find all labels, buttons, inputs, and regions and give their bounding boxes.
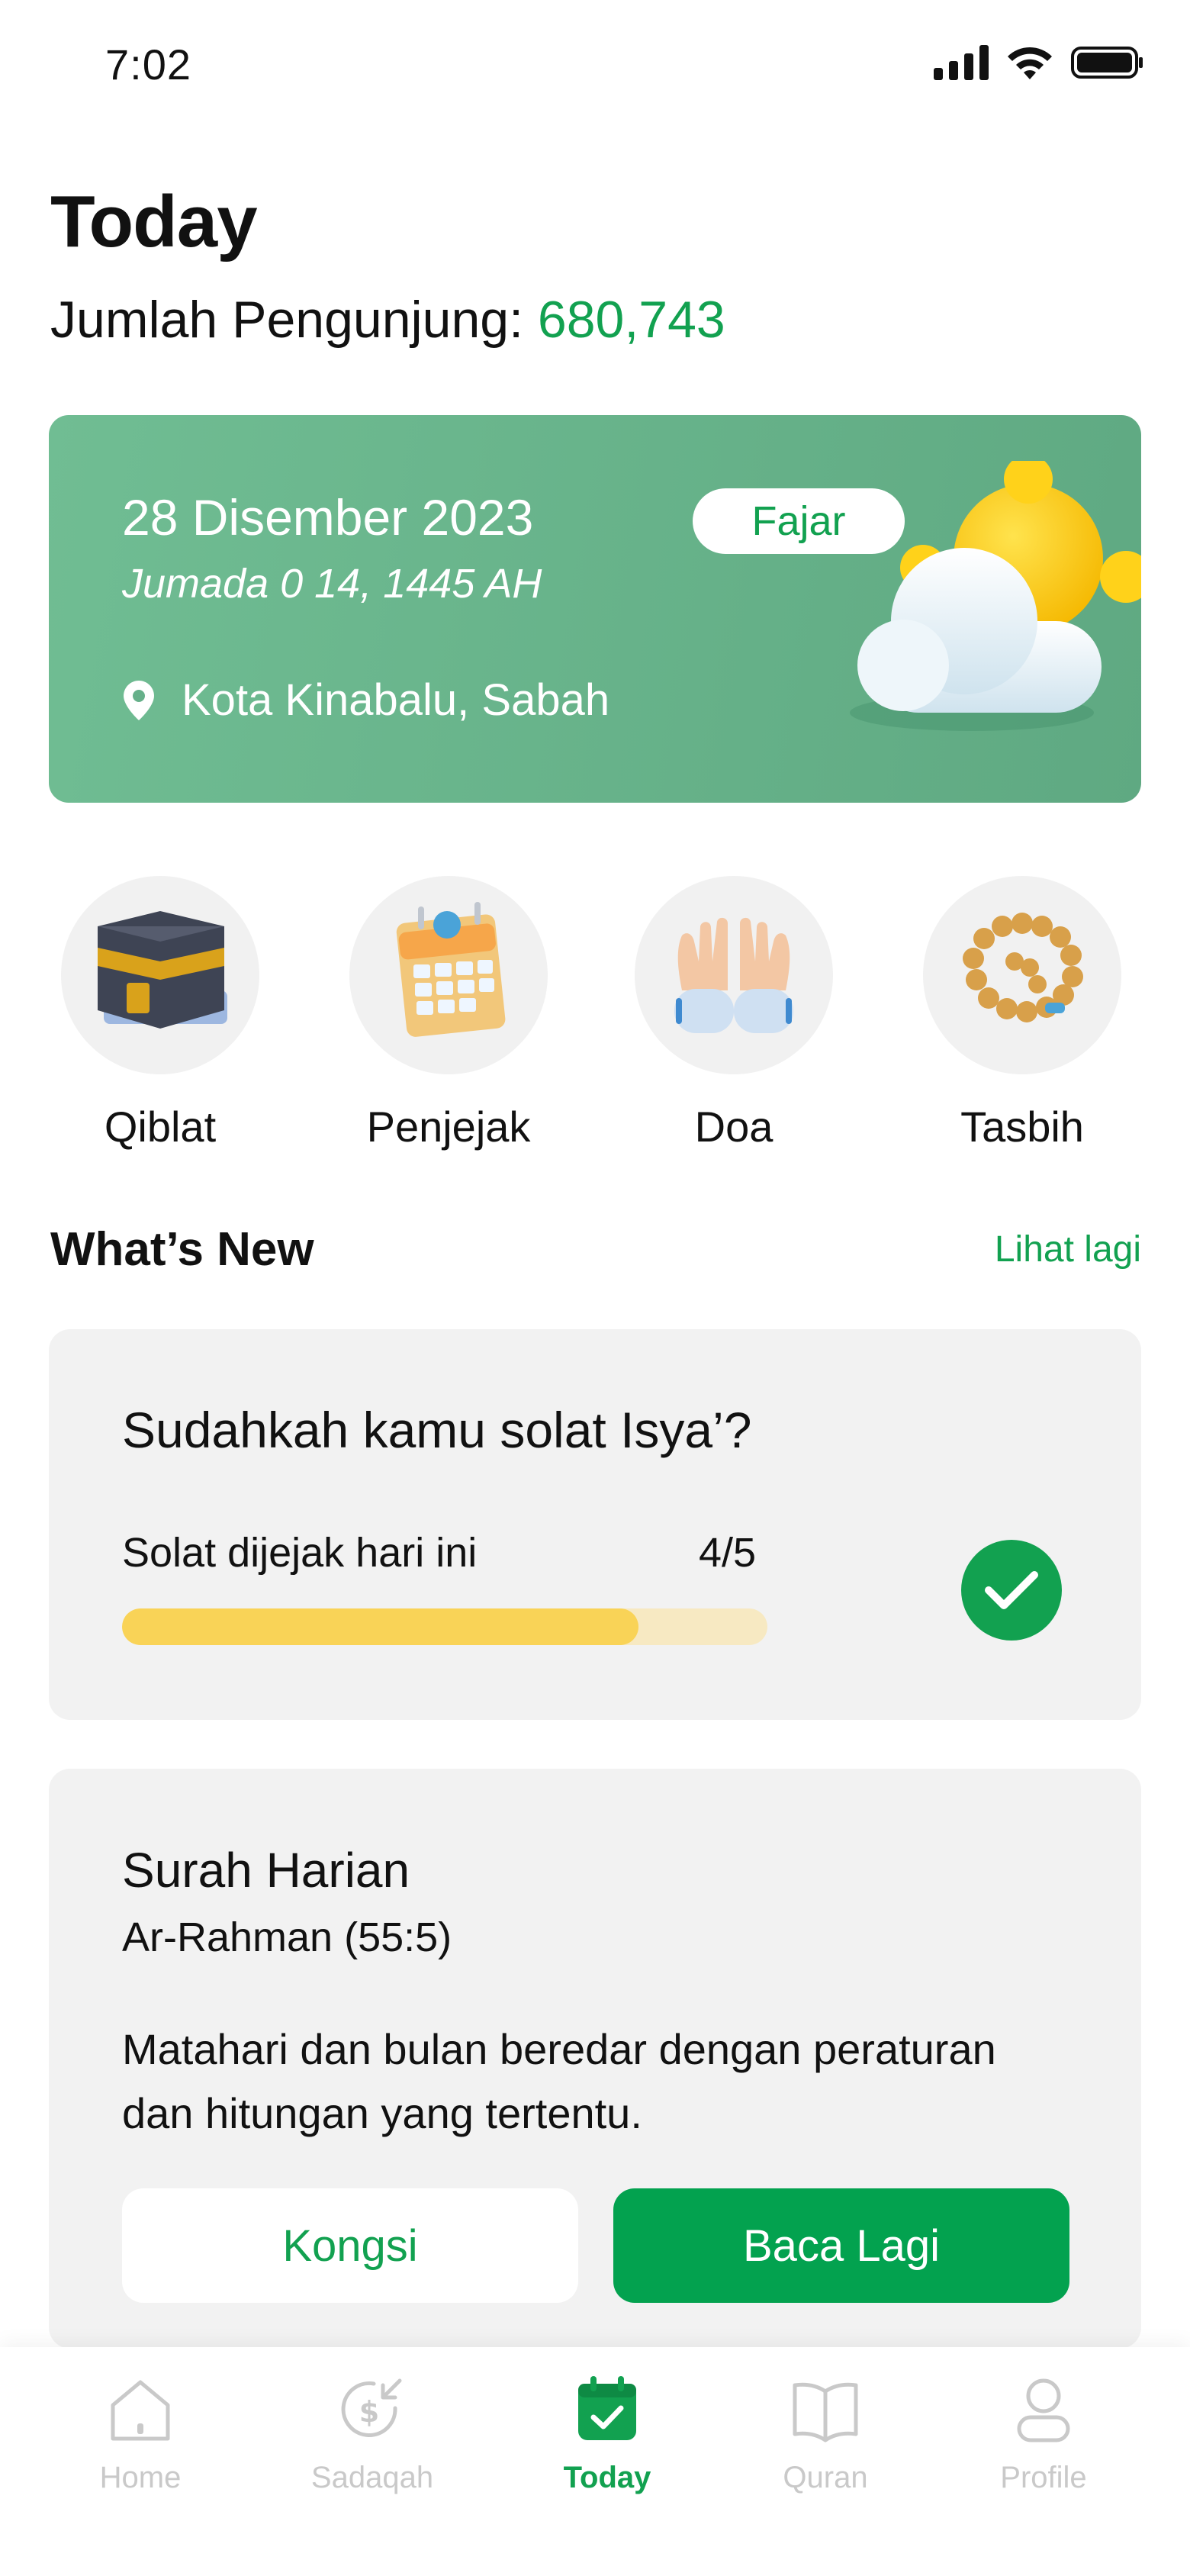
prayer-beads-icon	[923, 876, 1121, 1074]
tab-label: Profile	[1000, 2461, 1087, 2494]
solat-progress-fill	[122, 1608, 638, 1645]
hijri-date: Jumada 0 14, 1445 AH	[122, 561, 542, 607]
surah-card-title: Surah Harian	[122, 1843, 410, 1898]
location-label: Kota Kinabalu, Sabah	[182, 675, 610, 725]
read-again-button[interactable]: Baca Lagi	[613, 2188, 1069, 2303]
home-icon	[111, 2380, 170, 2441]
user-icon	[1017, 2378, 1070, 2442]
book-icon	[793, 2382, 858, 2442]
solat-count: 4/5	[699, 1530, 757, 1576]
shortcut-label: Doa	[694, 1103, 774, 1151]
page-title: Today	[50, 181, 258, 262]
wifi-icon	[1008, 47, 1052, 79]
tab-home[interactable]: Home	[64, 2373, 217, 2495]
praying-hands-icon	[635, 876, 833, 1074]
status-bar: 7:02	[0, 0, 1190, 122]
status-icons	[934, 44, 1144, 81]
tab-label: Sadaqah	[310, 2461, 434, 2494]
solat-progress-bar	[122, 1608, 767, 1645]
location-pin-icon	[124, 680, 154, 720]
bottom-tab-bar: Home $ Sadaqah Today Quran Profile	[0, 2347, 1190, 2576]
tab-quran[interactable]: Quran	[749, 2373, 902, 2495]
sun-cloud-icon	[850, 461, 1141, 731]
tab-label: Quran	[783, 2461, 868, 2494]
tab-profile[interactable]: Profile	[967, 2373, 1120, 2495]
whats-new-title: What’s New	[50, 1223, 314, 1276]
kaaba-icon	[61, 876, 259, 1074]
tab-today[interactable]: Today	[531, 2373, 683, 2495]
shortcut-label: Tasbih	[960, 1103, 1084, 1151]
visitor-count: 680,743	[537, 291, 725, 349]
gregorian-date: 28 Disember 2023	[122, 489, 534, 546]
shortcut-label: Penjejak	[366, 1103, 531, 1151]
share-button[interactable]: Kongsi	[122, 2188, 578, 2303]
solat-question: Sudahkah kamu solat Isya’?	[122, 1402, 752, 1458]
shortcut-penjejak[interactable]: Penjejak	[334, 876, 563, 1151]
calendar-check-icon	[578, 2376, 636, 2440]
surah-reference: Ar-Rahman (55:5)	[122, 1914, 452, 1960]
signal-icon	[934, 45, 989, 80]
shortcut-doa[interactable]: Doa	[619, 876, 848, 1151]
svg-text:$: $	[359, 2395, 379, 2429]
check-button[interactable]	[961, 1540, 1062, 1641]
shortcut-qiblat[interactable]: Qiblat	[46, 876, 275, 1151]
solat-tracked-label: Solat dijejak hari ini	[122, 1530, 478, 1576]
visitor-line: Jumlah Pengunjung: 680,743	[50, 290, 725, 349]
calendar-icon	[349, 876, 548, 1074]
shortcut-tasbih[interactable]: Tasbih	[908, 876, 1137, 1151]
status-time: 7:02	[105, 40, 191, 89]
battery-icon	[1071, 47, 1143, 79]
tab-label: Home	[99, 2461, 182, 2494]
visitor-label: Jumlah Pengunjung:	[50, 291, 524, 349]
surah-verse: Matahari dan bulan beredar dengan peratu…	[122, 2025, 996, 2137]
check-icon	[985, 1571, 1038, 1609]
shortcut-row: Qiblat Penjejak Doa Tasbih	[46, 876, 1144, 1166]
tab-label: Today	[563, 2461, 651, 2494]
location: Kota Kinabalu, Sabah	[122, 675, 609, 726]
shortcut-label: Qiblat	[104, 1103, 217, 1151]
donation-icon: $	[341, 2378, 402, 2437]
daily-surah-card: Surah Harian Ar-Rahman (55:5) Matahari d…	[49, 1769, 1141, 2349]
whats-new-header: What’s New Lihat lagi	[50, 1222, 1141, 1277]
solat-tracker-card[interactable]: Sudahkah kamu solat Isya’? Solat dijejak…	[49, 1329, 1141, 1720]
tab-sadaqah[interactable]: $ Sadaqah	[296, 2373, 449, 2495]
see-more-link[interactable]: Lihat lagi	[995, 1228, 1141, 1270]
date-card[interactable]: 28 Disember 2023 Jumada 0 14, 1445 AH Ko…	[49, 415, 1141, 803]
